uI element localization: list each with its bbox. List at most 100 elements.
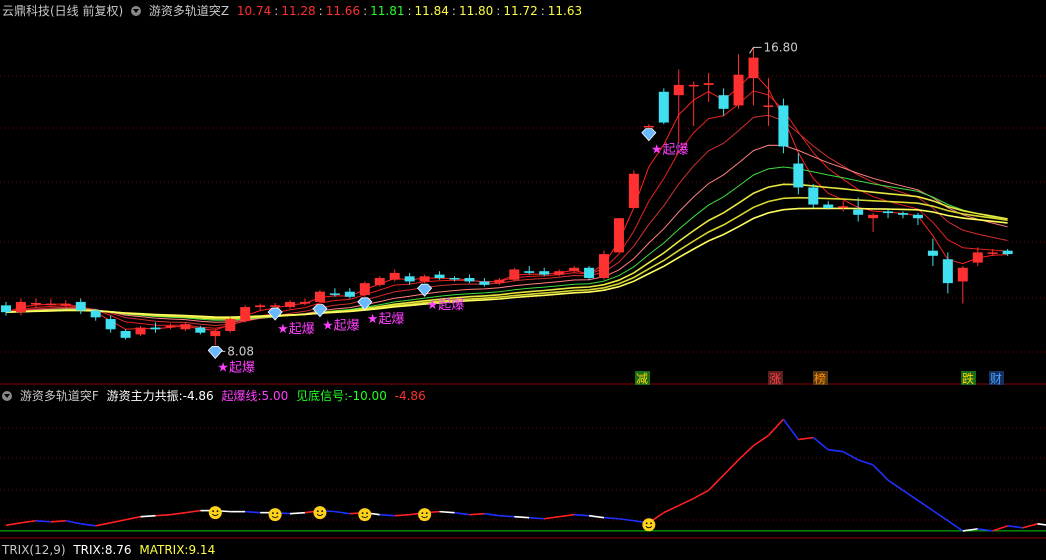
candle-body (240, 307, 251, 321)
smiley-icon (268, 508, 282, 522)
candle (240, 305, 251, 323)
resonance-segment (289, 511, 306, 515)
candle-body (90, 310, 101, 318)
resonance-segment (663, 504, 680, 514)
candle-body (927, 250, 938, 256)
candle-body (180, 324, 191, 330)
ma-line-7 (5, 196, 1008, 319)
resonance-segment (737, 445, 755, 461)
candle (539, 267, 550, 277)
candle-body (195, 327, 206, 333)
smiley-eye (276, 512, 279, 515)
resonance-segment (379, 513, 395, 517)
resonance-segment (574, 513, 590, 517)
resonance-segment (678, 497, 695, 507)
candle (45, 298, 56, 307)
resonance-segment (170, 511, 186, 516)
candle-body (165, 325, 176, 328)
low-price-label: 8.08 (227, 344, 254, 358)
resonance-segment (753, 434, 769, 447)
resonance-segment (872, 464, 889, 481)
candle-body (434, 274, 445, 279)
candle (942, 252, 953, 294)
candle-body (404, 276, 415, 282)
candle-body (494, 279, 505, 284)
resonance-segment (1007, 525, 1023, 529)
resonance-segment (767, 418, 784, 437)
resonance-segment (185, 509, 201, 514)
candle (285, 300, 296, 309)
resonance-segment (588, 514, 605, 519)
diamond-icon (207, 345, 223, 359)
event-marker-3: 榜 (814, 371, 826, 386)
resonance-segment (708, 474, 725, 491)
signal-label: ★起爆 (277, 322, 315, 337)
candle-body (987, 252, 998, 254)
resonance-segment (1022, 523, 1038, 529)
candle (479, 278, 490, 287)
candle (225, 317, 236, 333)
resonance-segment (155, 513, 171, 517)
resonance-segment (469, 512, 485, 516)
candle-body (883, 211, 894, 214)
candle (180, 322, 191, 331)
event-marker-2: 涨 (769, 371, 781, 386)
signal-label: ★起爆 (367, 312, 405, 327)
candle-body (942, 259, 953, 284)
candle (658, 88, 669, 125)
candle (703, 72, 714, 103)
candle (584, 266, 595, 280)
smiley-icon (208, 506, 222, 520)
smiley-eye (361, 512, 364, 515)
candle (1, 301, 11, 316)
resonance-segment (693, 489, 710, 500)
candle-body (599, 254, 609, 279)
candle (599, 250, 609, 280)
candle-body (344, 291, 355, 297)
resonance-segment (125, 515, 141, 521)
candle (628, 170, 639, 208)
signal-label: ★起爆 (427, 298, 465, 313)
candle-body (150, 327, 161, 330)
ma-line-8 (5, 207, 1008, 319)
candle-body (329, 293, 340, 295)
candle-body (613, 218, 624, 253)
candle-body (75, 301, 86, 311)
resonance-segment (529, 516, 545, 520)
candle (927, 238, 938, 267)
event-marker-4: 跌 (962, 371, 974, 386)
candle-body (748, 57, 759, 79)
candle-body (1, 305, 11, 313)
candle (808, 184, 819, 208)
smiley-eye (421, 512, 424, 515)
candle (314, 289, 325, 304)
candle-body (898, 213, 908, 215)
smiley-face (208, 506, 222, 520)
candle (569, 266, 580, 273)
resonance-segment (439, 510, 455, 514)
diamond-icon (312, 304, 328, 318)
candle-body (120, 330, 131, 338)
candle (255, 303, 266, 311)
smiley-eye (216, 510, 219, 513)
candle-body (389, 272, 400, 280)
candle-body (718, 95, 729, 109)
candle (300, 298, 310, 306)
candle-body (673, 84, 684, 96)
candle (464, 274, 475, 284)
smiley-icon (313, 506, 327, 520)
candle-body (658, 91, 669, 123)
candle (150, 322, 161, 333)
resonance-segment (95, 522, 111, 527)
candle (165, 323, 176, 330)
chart-canvas[interactable]: 16.80 8.08 ★起爆 ★起爆 ★起爆 ★起爆 ★起爆 ★起爆减 涨 榜 跌 财 (0, 0, 1046, 552)
candle (270, 302, 281, 308)
candle-body (853, 209, 864, 215)
candle-body (255, 305, 266, 308)
candle (748, 47, 759, 106)
smiley-face (268, 508, 282, 522)
ma-line-2 (5, 90, 1008, 329)
candle (210, 329, 221, 346)
resonance-segment (902, 489, 919, 502)
resonance-segment (544, 515, 560, 520)
